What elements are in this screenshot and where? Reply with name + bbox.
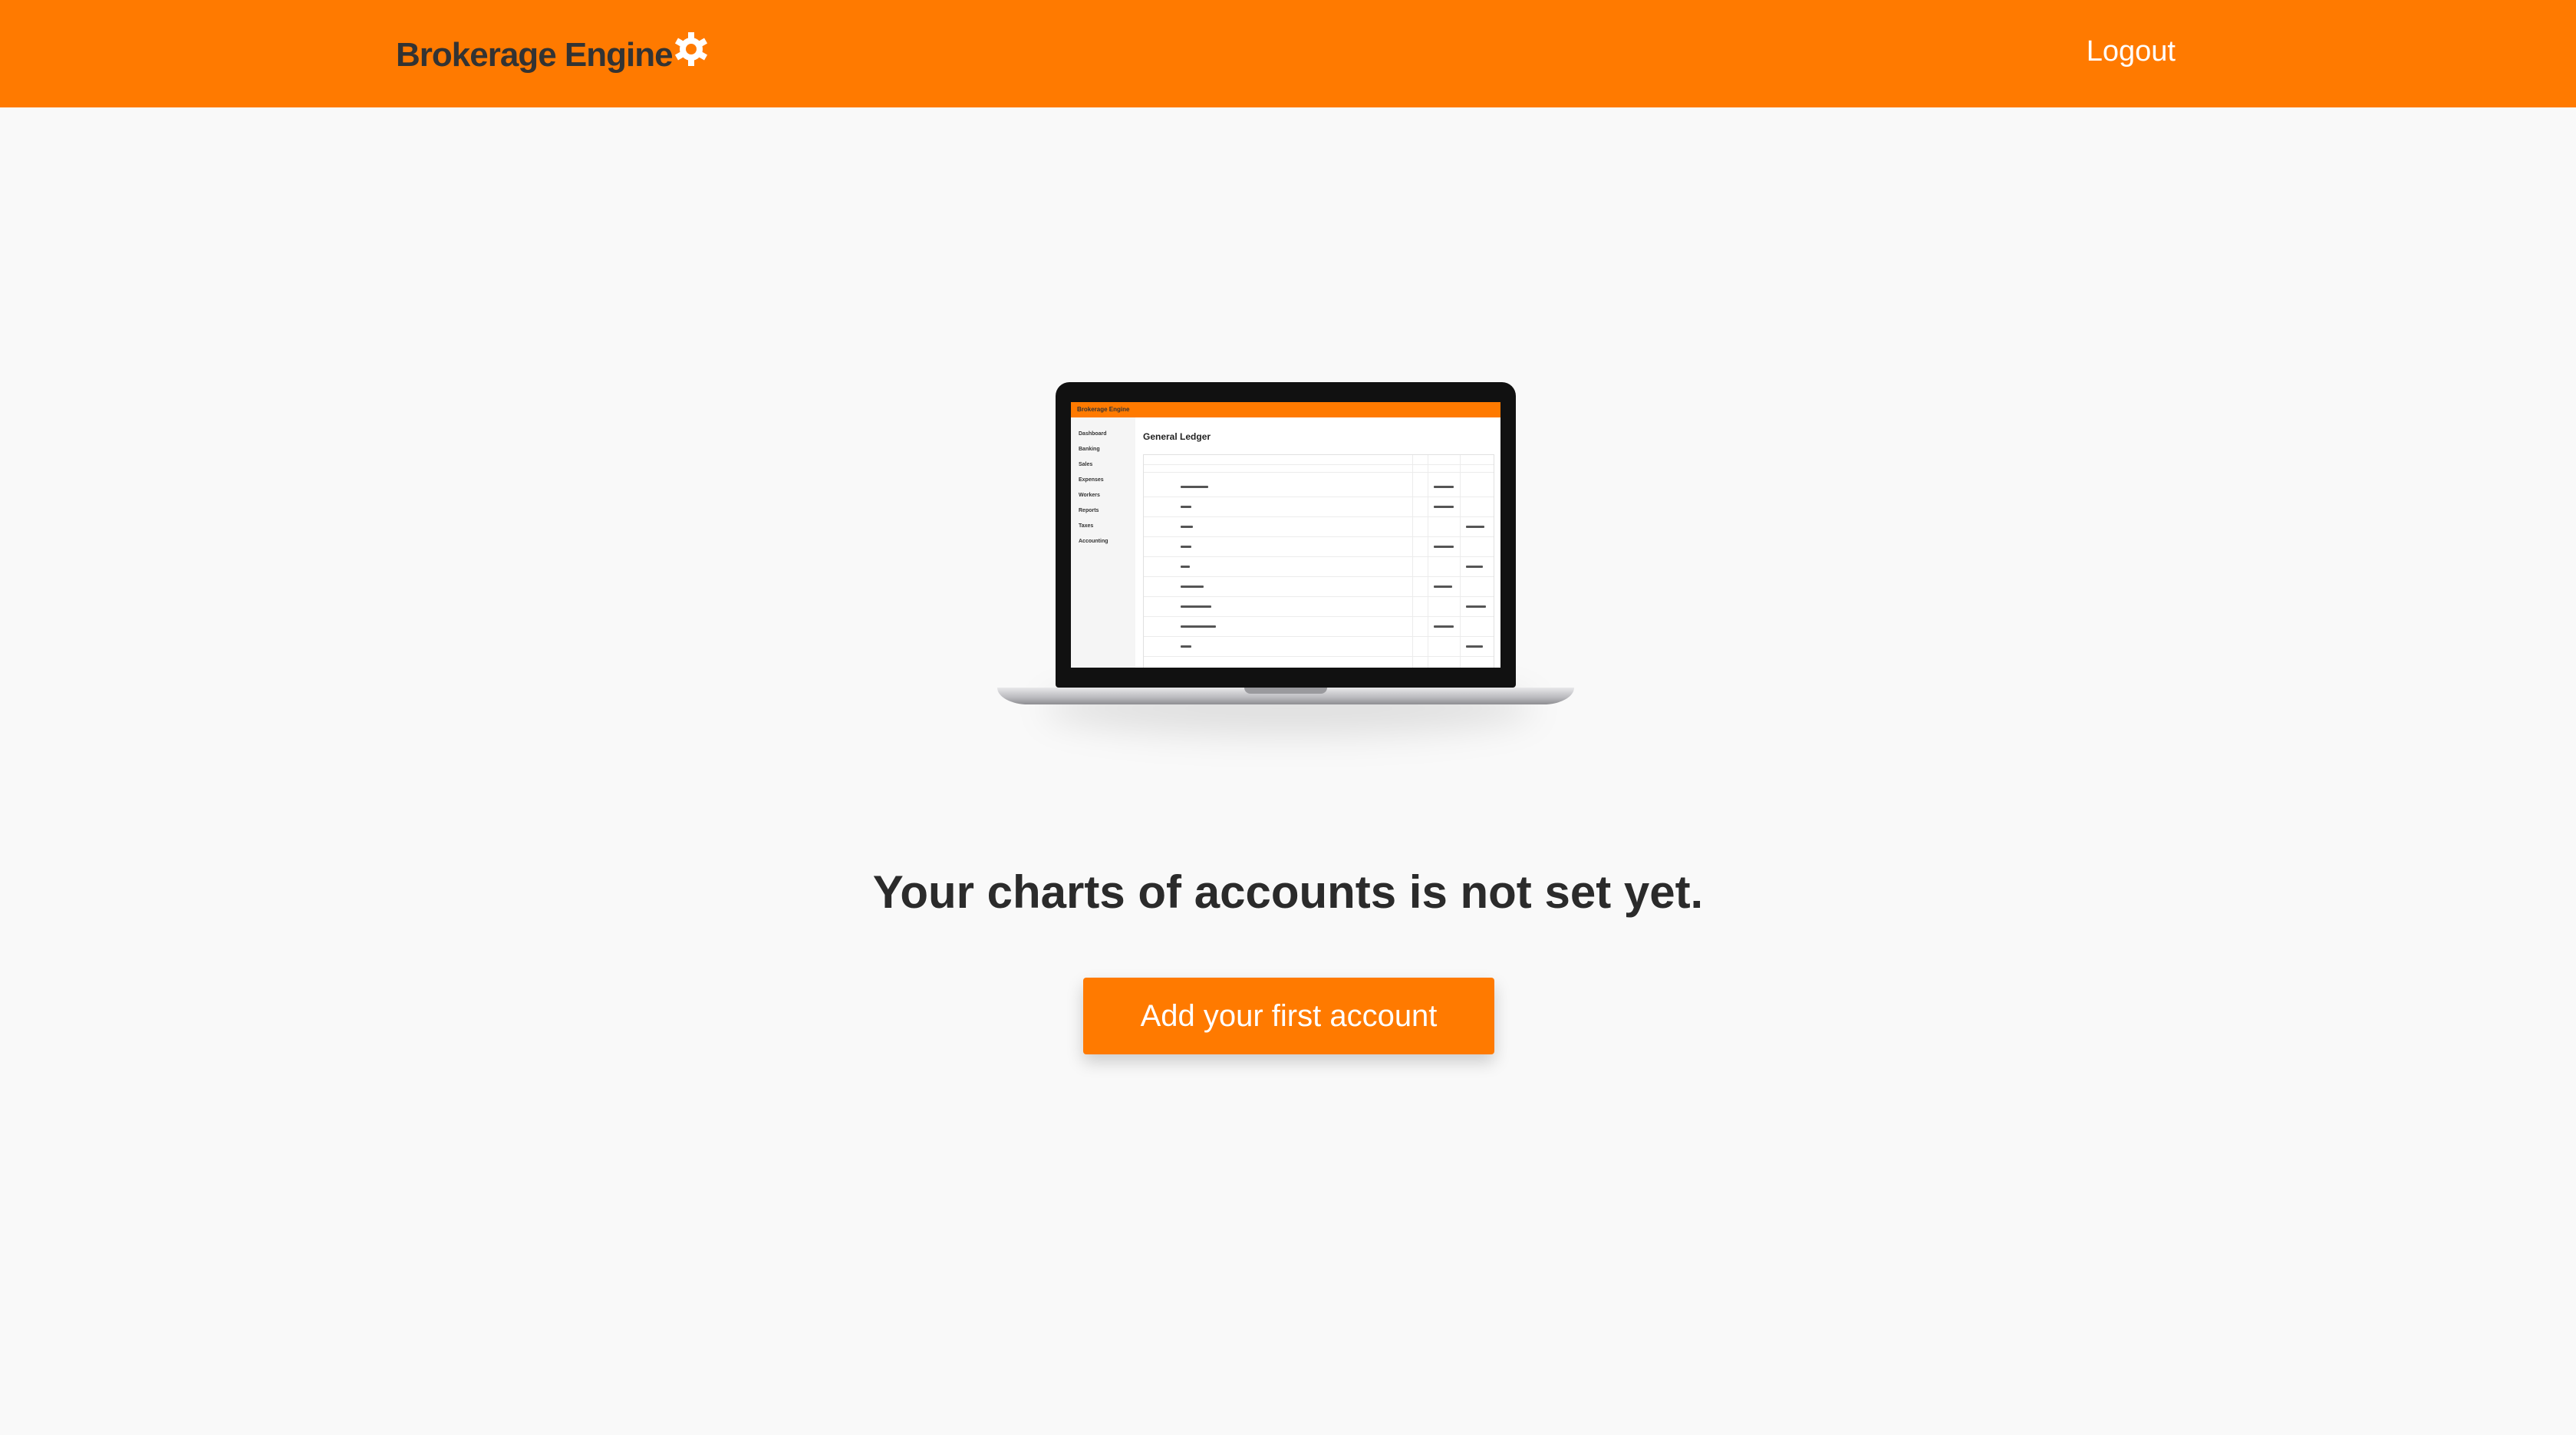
screen-cell-placeholder [1434,486,1454,488]
screen-sidebar-item: Expenses [1079,477,1104,483]
screen-sidebar: Dashboard Banking Sales Expenses Workers… [1071,417,1135,668]
screen-cell-placeholder [1181,586,1204,588]
screen-table-divider [1144,576,1494,577]
screen-table-divider [1144,496,1494,497]
screen-cell-placeholder [1181,566,1190,568]
screen-cell-placeholder [1466,605,1486,608]
screen-table-divider [1144,556,1494,557]
screen-cell-placeholder [1181,506,1191,508]
screen-sidebar-item: Taxes [1079,523,1094,529]
screen-cell-placeholder [1181,486,1208,488]
screen-table-divider [1144,536,1494,537]
logout-link[interactable]: Logout [2087,37,2176,66]
laptop-lid: Brokerage Engine Dashboard Banking Sales… [1056,382,1516,688]
screen-cell-placeholder [1181,546,1191,548]
screen-cell-placeholder [1466,566,1483,568]
laptop-screen: Brokerage Engine Dashboard Banking Sales… [1071,402,1500,668]
screen-brand: Brokerage Engine [1077,406,1130,413]
brand-logo[interactable]: Brokerage Engine [396,29,708,72]
screen-sidebar-item: Reports [1079,508,1099,513]
screen-cell-placeholder [1434,625,1454,628]
brand-name: Brokerage Engine [396,36,674,74]
screen-ledger-table [1143,454,1494,668]
screen-cell-placeholder [1466,526,1484,528]
empty-state-message: Your charts of accounts is not set yet. [872,866,1704,918]
gear-logo-icon [674,32,707,66]
screen-table-divider [1144,616,1494,617]
screen-cell-placeholder [1434,506,1454,508]
screen-title: General Ledger [1143,431,1211,442]
screen-sidebar-item: Accounting [1079,539,1108,544]
screen-table-divider [1144,464,1494,465]
screen-cell-placeholder [1181,526,1193,528]
screen-table-divider [1144,516,1494,517]
screen-cell-placeholder [1181,605,1211,608]
screen-cell-placeholder [1434,586,1452,588]
screen-table-divider [1144,656,1494,657]
screen-cell-placeholder [1181,625,1216,628]
screen-table-divider [1144,636,1494,637]
screen-table-divider [1144,472,1494,473]
add-first-account-button[interactable]: Add your first account [1083,978,1494,1054]
screen-sidebar-item: Banking [1079,447,1100,452]
screen-table-divider [1144,596,1494,597]
laptop-illustration: Brokerage Engine Dashboard Banking Sales… [997,382,1580,743]
screen-sidebar-item: Dashboard [1079,431,1107,437]
screen-cell-placeholder [1434,546,1454,548]
screen-cell-placeholder [1181,645,1191,648]
screen-sidebar-item: Workers [1079,493,1100,498]
screen-header-bar: Brokerage Engine [1071,402,1500,417]
top-navigation-bar: Brokerage Engine Logout [0,0,2576,107]
screen-cell-placeholder [1466,645,1483,648]
screen-sidebar-item: Sales [1079,462,1093,467]
laptop-base-notch [1244,688,1327,694]
